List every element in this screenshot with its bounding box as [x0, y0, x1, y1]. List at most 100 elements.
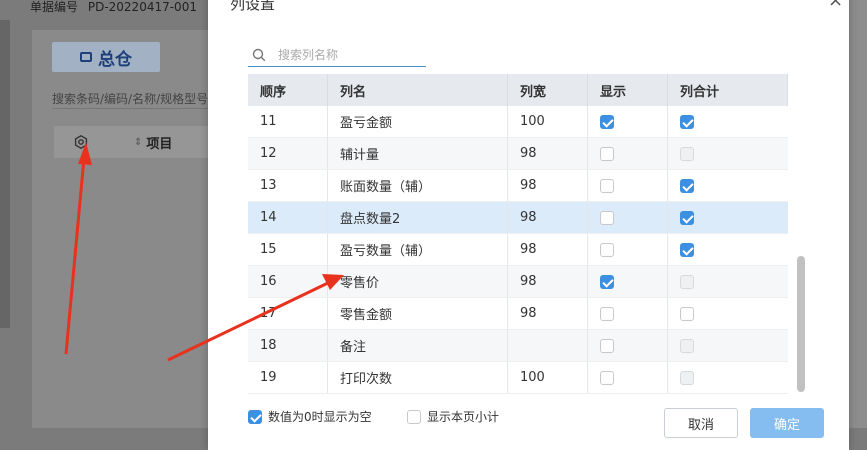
sum-checkbox[interactable]	[680, 114, 694, 129]
table-row[interactable]: 17 零售金额 98	[248, 298, 788, 330]
table-row[interactable]: 11 盈亏金额 100	[248, 106, 788, 138]
row-order: 13	[248, 170, 328, 201]
doc-number-line: 单据编号 PD-20220417-001	[0, 0, 240, 20]
column-settings-table: 顺序 列名 列宽 显示 列合计 11 盈亏金额 100 12 辅计量 98 13 账面数量（辅…	[248, 74, 788, 394]
background-table-header: ⇕ 项目	[54, 126, 210, 158]
show-checkbox[interactable]	[600, 274, 614, 289]
dialog-title: 列设置	[230, 0, 276, 13]
table-row[interactable]: 12 辅计量 98	[248, 138, 788, 170]
row-column-name: 零售价	[328, 266, 508, 297]
page-subtotal-label: 显示本页小计	[427, 410, 500, 424]
row-order: 17	[248, 298, 328, 329]
row-column-width: 100	[508, 362, 588, 393]
sum-cell	[668, 362, 788, 393]
row-order: 15	[248, 234, 328, 265]
show-cell	[588, 266, 668, 297]
column-header-item: 项目	[146, 136, 173, 152]
sum-checkbox	[680, 338, 694, 353]
sum-cell	[668, 106, 788, 137]
warehouse-icon	[80, 52, 92, 62]
header-width: 列宽	[508, 74, 588, 106]
warehouse-tab[interactable]: 总仓	[52, 42, 160, 72]
warehouse-label: 总仓	[98, 49, 132, 70]
close-icon[interactable]: ×	[828, 0, 843, 10]
row-column-width: 98	[508, 138, 588, 169]
row-column-name: 辅计量	[328, 138, 508, 169]
doc-number: PD-20220417-001	[87, 0, 197, 14]
show-checkbox[interactable]	[600, 242, 614, 257]
row-column-name: 备注	[328, 330, 508, 361]
search-icon	[252, 48, 266, 62]
show-checkbox[interactable]	[600, 146, 614, 161]
header-name: 列名	[328, 74, 508, 106]
table-body: 11 盈亏金额 100 12 辅计量 98 13 账面数量（辅） 98 14 盘点数量2 98 15 盈亏…	[248, 106, 788, 394]
column-settings-dialog: 列设置 × 顺序 列名 列宽 显示 列合计 11盈亏金额10012辅计量9813…	[208, 0, 849, 450]
table-row[interactable]: 16 零售价 98	[248, 266, 788, 298]
doc-number-label: 单据编号	[30, 0, 79, 14]
show-cell	[588, 362, 668, 393]
row-order: 12	[248, 138, 328, 169]
row-order: 16	[248, 266, 328, 297]
show-checkbox[interactable]	[600, 210, 614, 225]
show-checkbox[interactable]	[600, 370, 614, 385]
show-cell	[588, 138, 668, 169]
zero-blank-checkbox[interactable]	[248, 409, 262, 424]
ok-button[interactable]: 确定	[750, 408, 824, 438]
sum-checkbox[interactable]	[680, 178, 694, 193]
row-order: 18	[248, 330, 328, 361]
row-order: 11	[248, 106, 328, 137]
page-subtotal-checkbox[interactable]	[407, 409, 421, 424]
row-order: 19	[248, 362, 328, 393]
item-search-input[interactable]: 搜索条码/编码/名称/规格型号	[52, 90, 210, 109]
sum-cell	[668, 298, 788, 329]
background-left-strip	[0, 20, 10, 328]
show-checkbox[interactable]	[600, 306, 614, 321]
row-column-width: 98	[508, 266, 588, 297]
sort-icon[interactable]: ⇕	[134, 137, 142, 148]
show-cell	[588, 298, 668, 329]
show-cell	[588, 330, 668, 361]
show-cell	[588, 202, 668, 233]
table-scrollbar[interactable]	[797, 256, 805, 392]
row-order: 14	[248, 202, 328, 233]
sum-checkbox[interactable]	[680, 210, 694, 225]
row-column-name: 盈亏数量（辅）	[328, 234, 508, 265]
show-checkbox[interactable]	[600, 338, 614, 353]
sum-cell	[668, 266, 788, 297]
gear-icon[interactable]	[74, 135, 88, 149]
row-column-name: 盈亏金额	[328, 106, 508, 137]
zero-blank-label: 数值为0时显示为空	[268, 410, 372, 424]
sum-checkbox	[680, 370, 694, 385]
table-header-row: 顺序 列名 列宽 显示 列合计	[248, 74, 788, 106]
column-search-box	[248, 44, 426, 67]
sum-checkbox[interactable]	[680, 306, 694, 321]
sum-checkbox[interactable]	[680, 242, 694, 257]
row-column-width	[508, 330, 588, 361]
table-row[interactable]: 19 打印次数 100	[248, 362, 788, 394]
background-right-strip	[849, 0, 867, 428]
show-cell	[588, 106, 668, 137]
table-row[interactable]: 13 账面数量（辅） 98	[248, 170, 788, 202]
sum-cell	[668, 138, 788, 169]
sum-cell	[668, 234, 788, 265]
column-search-input[interactable]	[276, 47, 420, 63]
show-checkbox[interactable]	[600, 178, 614, 193]
row-column-name: 账面数量（辅）	[328, 170, 508, 201]
sum-cell	[668, 170, 788, 201]
option-zero-blank[interactable]: 数值为0时显示为空	[248, 408, 372, 425]
sum-cell	[668, 202, 788, 233]
show-cell	[588, 234, 668, 265]
sum-checkbox	[680, 274, 694, 289]
cancel-button[interactable]: 取消	[664, 408, 738, 438]
row-column-width: 98	[508, 234, 588, 265]
option-page-subtotal[interactable]: 显示本页小计	[407, 408, 499, 425]
table-row[interactable]: 15 盈亏数量（辅） 98	[248, 234, 788, 266]
row-column-name: 打印次数	[328, 362, 508, 393]
sum-checkbox	[680, 146, 694, 161]
row-column-width: 98	[508, 298, 588, 329]
show-checkbox[interactable]	[600, 114, 614, 129]
table-row[interactable]: 14 盘点数量2 98	[248, 202, 788, 234]
header-order: 顺序	[248, 74, 328, 106]
table-row[interactable]: 18 备注	[248, 330, 788, 362]
row-column-width: 98	[508, 202, 588, 233]
